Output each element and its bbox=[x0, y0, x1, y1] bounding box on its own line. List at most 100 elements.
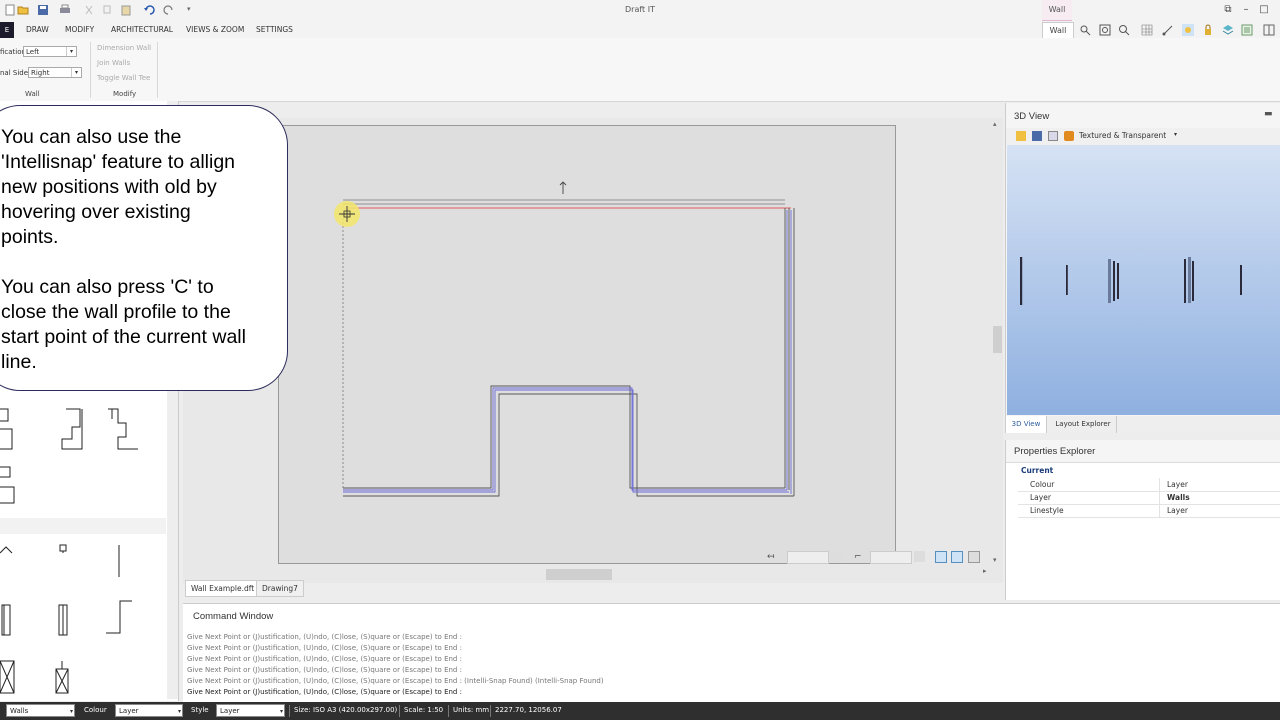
property-name: Layer bbox=[1030, 493, 1051, 502]
justification-value: Left bbox=[26, 48, 40, 56]
additional-side-select[interactable]: Right ▾ bbox=[28, 67, 82, 78]
maximize-button[interactable]: □ bbox=[1256, 3, 1272, 17]
wall-segment bbox=[784, 208, 795, 496]
lock-length-icon[interactable] bbox=[830, 551, 841, 562]
tab-wall[interactable]: Wall bbox=[1042, 22, 1074, 39]
style-select[interactable]: Layer ▾ bbox=[216, 704, 285, 717]
3d-view-tabs: 3D View Layout Explorer bbox=[1006, 416, 1280, 433]
chevron-down-icon: ▾ bbox=[177, 708, 181, 715]
3d-wall-model bbox=[1184, 259, 1186, 303]
wall-tee-symbol bbox=[61, 408, 83, 450]
layer-select[interactable]: Walls ▾ bbox=[6, 704, 75, 717]
dimension-length-icon[interactable]: ↤ bbox=[767, 552, 775, 562]
tutorial-callout: You can also use the 'Intellisnap' featu… bbox=[0, 105, 288, 391]
command-line: Give Next Point or (J)ustification, (U)n… bbox=[187, 655, 462, 663]
chevron-down-icon: ▾ bbox=[279, 708, 283, 715]
window-symbol bbox=[1, 604, 11, 636]
window-symbol bbox=[58, 604, 68, 636]
open-icon[interactable] bbox=[1016, 131, 1026, 141]
context-tab-caption: Wall bbox=[1042, 0, 1072, 21]
vertical-scroll-thumb[interactable] bbox=[993, 326, 1002, 353]
3d-wall-model bbox=[1240, 265, 1242, 295]
scroll-down-icon[interactable]: ▾ bbox=[993, 556, 997, 564]
ortho-icon[interactable] bbox=[935, 551, 947, 563]
wall-profile bbox=[343, 389, 789, 493]
angle-icon[interactable]: ⌐ bbox=[854, 552, 862, 562]
tab-views-zoom[interactable]: VIEWS & ZOOM bbox=[186, 25, 244, 34]
command-prompt[interactable]: Give Next Point or (J)ustification, (U)n… bbox=[187, 688, 462, 696]
copy-icon[interactable] bbox=[1048, 131, 1058, 141]
toggle-wall-tee-button[interactable]: Toggle Wall Tee bbox=[97, 74, 150, 82]
command-line: Give Next Point or (J)ustification, (U)n… bbox=[187, 644, 462, 652]
justification-select[interactable]: Left ▾ bbox=[23, 46, 77, 57]
3d-viewport[interactable] bbox=[1007, 145, 1280, 415]
length-input[interactable] bbox=[787, 551, 829, 564]
tab-3d-view[interactable]: 3D View bbox=[1006, 416, 1047, 433]
angle-input[interactable] bbox=[870, 551, 912, 564]
layer-manager-icon[interactable] bbox=[1222, 24, 1234, 36]
properties-icon[interactable] bbox=[1241, 24, 1253, 36]
property-row-colour[interactable]: Colour Layer bbox=[1018, 478, 1280, 492]
command-line: Give Next Point or (J)ustification, (U)n… bbox=[187, 677, 604, 685]
properties-title: Properties Explorer bbox=[1014, 446, 1096, 457]
tab-wall-example[interactable]: Wall Example.dft bbox=[185, 580, 261, 597]
tab-draw[interactable]: DRAW bbox=[26, 25, 49, 34]
lock-angle-icon[interactable] bbox=[914, 551, 925, 562]
3d-wall-model bbox=[1113, 261, 1115, 301]
zoom-window-icon[interactable] bbox=[1079, 24, 1091, 36]
snap-icon[interactable] bbox=[1162, 24, 1174, 36]
wall-tee-symbol bbox=[108, 408, 138, 450]
dimension-wall-button[interactable]: Dimension Wall bbox=[97, 44, 151, 52]
lock-icon[interactable] bbox=[1202, 24, 1214, 36]
property-value[interactable]: Layer bbox=[1159, 504, 1280, 517]
layout-icon[interactable] bbox=[1263, 24, 1275, 36]
tab-architectural[interactable]: ARCHITECTURAL bbox=[111, 25, 173, 34]
command-window: Command Window Give Next Point or (J)ust… bbox=[183, 603, 1280, 702]
tab-file[interactable]: E bbox=[0, 22, 14, 38]
panel-minimize-icon[interactable]: ▬ bbox=[1264, 109, 1273, 119]
scale[interactable]: Scale: 1:50 bbox=[404, 706, 443, 714]
vertical-scrollbar[interactable]: ▴ ▾ bbox=[991, 118, 1003, 566]
property-row-linestyle[interactable]: Linestyle Layer bbox=[1018, 504, 1280, 518]
property-value[interactable]: Walls bbox=[1159, 491, 1280, 504]
group-divider bbox=[157, 42, 158, 98]
tab-drawing7[interactable]: Drawing7 bbox=[256, 580, 304, 597]
properties-section-current: Current bbox=[1021, 466, 1054, 475]
window-symbol bbox=[106, 600, 132, 634]
scroll-up-icon[interactable]: ▴ bbox=[993, 120, 997, 128]
3d-wall-model bbox=[1066, 265, 1068, 295]
render-mode-select[interactable]: Textured & Transparent bbox=[1079, 131, 1166, 140]
snap-settings-icon[interactable] bbox=[968, 551, 980, 563]
layer-light-icon[interactable] bbox=[1182, 24, 1194, 36]
callout-paragraph-close: You can also press 'C' to close the wall… bbox=[1, 276, 246, 373]
drawing-canvas[interactable]: ↤ ⌐ ▴ ▾ ▸ bbox=[183, 118, 1003, 583]
scroll-right-icon[interactable]: ▸ bbox=[983, 567, 987, 575]
property-value[interactable]: Layer bbox=[1159, 478, 1280, 491]
intellisnap-icon[interactable] bbox=[951, 551, 963, 563]
zoom-all-icon[interactable] bbox=[1118, 24, 1130, 36]
paper-size[interactable]: Size: ISO A3 (420.00x297.00) bbox=[294, 706, 397, 714]
additional-side-value: Right bbox=[31, 69, 50, 77]
zoom-extents-icon[interactable] bbox=[1099, 24, 1111, 36]
property-name: Linestyle bbox=[1030, 506, 1064, 515]
status-divider bbox=[448, 705, 449, 717]
horizontal-scroll-thumb[interactable] bbox=[546, 569, 612, 580]
save-icon[interactable] bbox=[1032, 131, 1042, 141]
tab-settings[interactable]: SETTINGS bbox=[256, 25, 293, 34]
property-row-layer[interactable]: Layer Walls bbox=[1018, 491, 1280, 505]
render-icon[interactable] bbox=[1064, 131, 1074, 141]
properties-header: Properties Explorer bbox=[1006, 440, 1280, 463]
tab-modify[interactable]: MODIFY bbox=[65, 25, 94, 34]
colour-select[interactable]: Layer ▾ bbox=[115, 704, 183, 717]
door-symbol bbox=[0, 546, 13, 554]
door-symbol bbox=[59, 544, 67, 553]
minimize-button[interactable]: – bbox=[1238, 3, 1254, 17]
join-walls-button[interactable]: Join Walls bbox=[97, 59, 130, 67]
ribbon-tab-strip: E DRAW MODIFY ARCHITECTURAL VIEWS & ZOOM… bbox=[0, 22, 1280, 39]
restore-ribbon-button[interactable]: ⧉ bbox=[1220, 3, 1236, 17]
3d-wall-model bbox=[1108, 259, 1111, 303]
grid-icon[interactable] bbox=[1141, 24, 1153, 36]
units[interactable]: Units: mm bbox=[453, 706, 489, 714]
chevron-down-icon[interactable]: ▾ bbox=[1174, 131, 1177, 138]
tab-layout-explorer[interactable]: Layout Explorer bbox=[1050, 416, 1117, 433]
